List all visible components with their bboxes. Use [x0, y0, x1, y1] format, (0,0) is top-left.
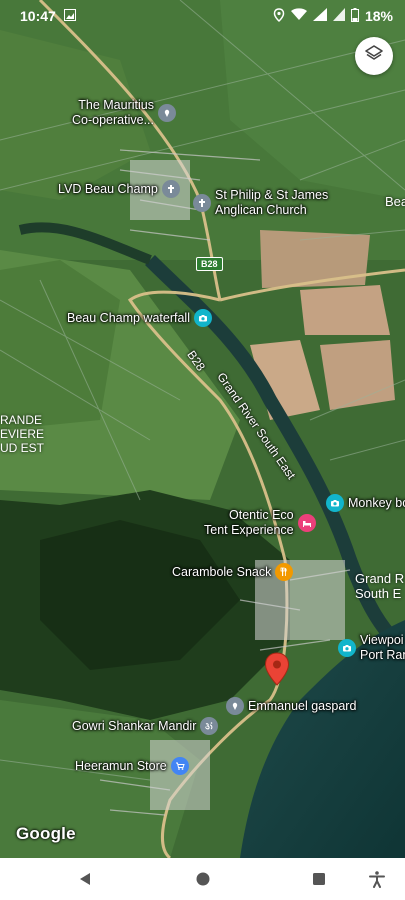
area-label-line: South E [355, 585, 402, 601]
back-icon[interactable] [74, 868, 96, 890]
poi-label: Gowri Shankar Mandir [72, 718, 197, 733]
poi-viewpoint[interactable]: Viewpoi Port Ran [338, 633, 405, 663]
poi-label: Otentic Eco [229, 508, 294, 522]
map-view[interactable]: 10:47 18% The Mauritius Co-operative... … [0, 0, 405, 858]
accessibility-icon[interactable] [366, 868, 388, 890]
signal-icon [312, 8, 327, 24]
battery-percentage: 18% [364, 8, 393, 24]
om-icon [200, 717, 219, 735]
poi-label: Tent Experience [204, 523, 294, 537]
poi-lvd-beau-champ[interactable]: LVD Beau Champ [58, 180, 180, 198]
camera-icon [193, 309, 212, 327]
poi-gowri-shankar[interactable]: Gowri Shankar Mandir [72, 717, 219, 735]
route-shield-b28: B28 [196, 257, 223, 271]
area-label-line: RANDE [0, 413, 43, 427]
area-label-bea: Bea [385, 194, 405, 209]
poi-label: Viewpoi [360, 633, 404, 647]
poi-label: Monkey bo [348, 495, 405, 510]
poi-emmanuel-gaspard[interactable]: Emmanuel gaspard [226, 697, 356, 715]
red-marker-icon[interactable] [264, 652, 290, 691]
area-label-grand-river-se: Grand R South E [355, 571, 405, 602]
poi-mauritius-coop[interactable]: The Mauritius Co-operative... [72, 98, 176, 128]
layers-icon [364, 44, 384, 69]
church-icon [193, 194, 211, 212]
navigation-bar [0, 858, 405, 900]
camera-icon [326, 494, 344, 512]
church-icon [161, 180, 180, 198]
area-label-grande-riviere: RANDE EVIERE UD EST [0, 413, 45, 455]
poi-label: Carambole Snack [172, 564, 272, 579]
layers-button[interactable] [355, 37, 393, 75]
home-icon[interactable] [192, 868, 214, 890]
poi-carambole-snack[interactable]: Carambole Snack [172, 563, 294, 581]
area-label-line: EVIERE [0, 426, 45, 441]
location-pin-icon [157, 104, 176, 122]
signal-2-icon [332, 8, 345, 24]
bed-icon [297, 514, 316, 532]
battery-icon [350, 7, 359, 25]
status-bar: 10:47 18% [0, 0, 405, 32]
poi-label: Co-operative... [72, 113, 154, 127]
poi-label: Heeramun Store [75, 758, 167, 773]
wifi-icon [290, 8, 307, 24]
poi-label: Emmanuel gaspard [248, 698, 357, 713]
fork-knife-icon [275, 563, 294, 581]
poi-beau-champ-waterfall[interactable]: Beau Champ waterfall [67, 309, 212, 327]
poi-heeramun-store[interactable]: Heeramun Store [75, 757, 189, 775]
poi-label: St Philip & St James [215, 188, 329, 202]
area-label-line: UD EST [0, 440, 45, 455]
recents-icon[interactable] [308, 868, 330, 890]
location-icon [273, 7, 285, 25]
poi-monkey-box[interactable]: Monkey bo [326, 494, 405, 512]
poi-st-philip[interactable]: St Philip & St James Anglican Church [193, 188, 328, 218]
poi-label: Beau Champ waterfall [67, 310, 190, 325]
gallery-notification-icon [63, 8, 76, 24]
area-label-line: Grand R [355, 571, 405, 586]
shopping-cart-icon [170, 757, 189, 775]
poi-label: LVD Beau Champ [58, 181, 158, 196]
poi-otentic-eco[interactable]: Otentic Eco Tent Experience [204, 508, 316, 538]
poi-label: Port Ran [360, 648, 405, 662]
poi-label: Anglican Church [215, 203, 307, 217]
camera-icon [338, 639, 356, 657]
poi-label: The Mauritius [78, 98, 154, 112]
clock: 10:47 [20, 8, 56, 24]
location-pin-icon [226, 697, 244, 715]
google-logo: Google [16, 824, 76, 843]
